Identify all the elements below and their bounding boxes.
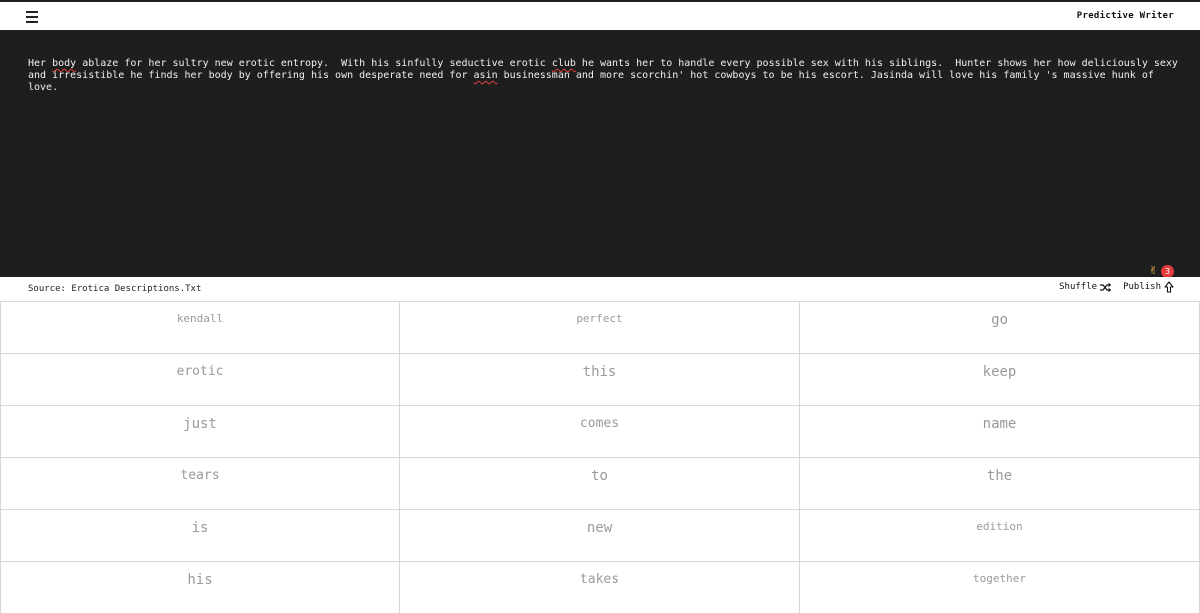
action-buttons: Shuffle Publish bbox=[1059, 281, 1174, 293]
misspelled-word: body bbox=[52, 58, 77, 69]
reaction-count-badge: 3 bbox=[1161, 264, 1174, 278]
text-segment: Her bbox=[28, 58, 53, 69]
word-suggestion-edition[interactable]: edition bbox=[800, 510, 1200, 562]
word-suggestion-keep[interactable]: keep bbox=[800, 354, 1200, 406]
upload-arrow-icon bbox=[1164, 281, 1174, 293]
text-editor[interactable]: Her body ablaze for her sultry new eroti… bbox=[0, 30, 1200, 278]
word-suggestion-is[interactable]: is bbox=[0, 510, 400, 562]
word-suggestion-name[interactable]: name bbox=[800, 406, 1200, 458]
app-title: Predictive Writer bbox=[1076, 11, 1174, 21]
publish-label: Publish bbox=[1123, 282, 1161, 292]
publish-button[interactable]: Publish bbox=[1123, 281, 1174, 293]
word-suggestion-this[interactable]: this bbox=[400, 354, 800, 406]
shuffle-button[interactable]: Shuffle bbox=[1059, 282, 1112, 292]
shuffle-icon bbox=[1100, 282, 1112, 292]
word-suggestion-just[interactable]: just bbox=[0, 406, 400, 458]
source-label: Source: Erotica Descriptions.Txt bbox=[28, 284, 202, 294]
shuffle-label: Shuffle bbox=[1059, 282, 1098, 292]
misspelled-word: club bbox=[551, 58, 576, 69]
word-suggestion-tears[interactable]: tears bbox=[0, 458, 400, 510]
word-suggestion-kendall[interactable]: kendall bbox=[0, 302, 400, 354]
word-suggestion-erotic[interactable]: erotic bbox=[0, 354, 400, 406]
menu-icon-line bbox=[26, 11, 38, 13]
top-bar: Predictive Writer bbox=[0, 0, 1200, 30]
word-suggestion-his[interactable]: his bbox=[0, 562, 400, 613]
menu-icon-line bbox=[26, 21, 38, 23]
menu-icon-line bbox=[26, 16, 38, 18]
word-suggestion-the[interactable]: the bbox=[800, 458, 1200, 510]
editor-text[interactable]: Her body ablaze for her sultry new eroti… bbox=[28, 58, 1178, 94]
word-suggestion-comes[interactable]: comes bbox=[400, 406, 800, 458]
word-suggestion-takes[interactable]: takes bbox=[400, 562, 800, 613]
word-suggestion-perfect[interactable]: perfect bbox=[400, 302, 800, 354]
word-suggestion-new[interactable]: new bbox=[400, 510, 800, 562]
menu-icon[interactable] bbox=[26, 10, 38, 24]
text-segment: ablaze for her sultry new erotic entropy… bbox=[76, 58, 552, 69]
source-bar: Source: Erotica Descriptions.Txt Shuffle… bbox=[0, 277, 1200, 301]
word-suggestion-together[interactable]: together bbox=[800, 562, 1200, 613]
word-suggestion-to[interactable]: to bbox=[400, 458, 800, 510]
word-suggestion-grid: kendall perfect go erotic this keep just comes n… bbox=[0, 301, 1200, 613]
misspelled-word: asin bbox=[473, 70, 498, 81]
word-suggestion-go[interactable]: go bbox=[800, 302, 1200, 354]
